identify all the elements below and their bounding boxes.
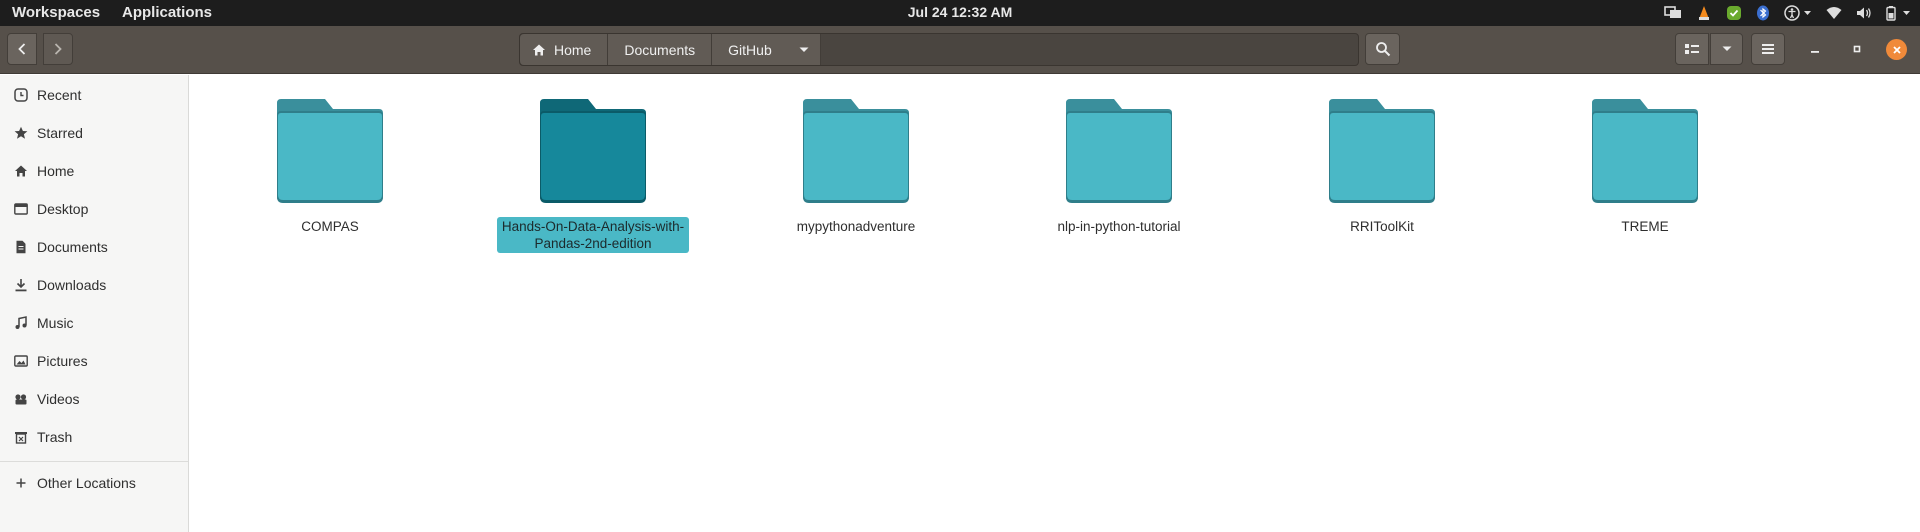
document-icon (16, 240, 26, 254)
sidebar-item-label: Desktop (37, 201, 89, 217)
breadcrumb-github[interactable]: GitHub (712, 34, 788, 65)
clock-icon (14, 88, 28, 102)
folder-item[interactable]: Hands-On-Data-Analysis-with-Pandas-2nd-e… (493, 97, 693, 253)
close-icon (1892, 45, 1901, 54)
vlc-icon[interactable] (1696, 0, 1712, 26)
path-menu-button[interactable] (787, 34, 821, 65)
breadcrumb-label: Home (554, 41, 592, 58)
folder-name: RRIToolKit (1350, 219, 1414, 234)
folder-name: mypythonadventure (796, 219, 916, 234)
view-options-button[interactable] (1710, 33, 1743, 65)
screens-icon[interactable] (1664, 0, 1682, 26)
search-icon (1375, 42, 1390, 57)
desktop-icon (14, 203, 28, 215)
folder-icon (803, 99, 909, 203)
header-bar: Home Documents GitHub (0, 26, 1920, 74)
sidebar-item-trash[interactable]: Trash (0, 418, 188, 456)
breadcrumb-documents[interactable]: Documents (608, 34, 713, 65)
minimize-button[interactable] (1806, 40, 1824, 58)
chevron-right-icon (54, 43, 62, 55)
shield-check-icon[interactable] (1726, 0, 1742, 26)
plus-icon (16, 478, 26, 488)
applications-menu[interactable]: Applications (122, 0, 212, 26)
sidebar-separator (0, 461, 188, 462)
sidebar-item-videos[interactable]: Videos (0, 380, 188, 418)
folder-icon (1329, 99, 1435, 203)
sidebar-item-label: Starred (37, 125, 83, 141)
accessibility-icon[interactable] (1784, 0, 1812, 26)
chevron-left-icon (18, 43, 26, 55)
folder-item[interactable]: TREME (1545, 97, 1745, 236)
clock[interactable]: Jul 24 12:32 AM (908, 0, 1013, 25)
home-icon (15, 165, 27, 177)
sidebar-item-documents[interactable]: Documents (0, 228, 188, 266)
maximize-button[interactable] (1848, 40, 1866, 58)
sidebar-item-pictures[interactable]: Pictures (0, 342, 188, 380)
hamburger-icon (1762, 44, 1774, 54)
folder-icon (277, 99, 383, 203)
sidebar-item-desktop[interactable]: Desktop (0, 190, 188, 228)
path-bar: Home Documents GitHub (519, 33, 1359, 66)
forward-button[interactable] (43, 33, 73, 65)
view-mode-button[interactable] (1675, 33, 1709, 65)
music-icon (15, 316, 27, 329)
folder-icon (540, 99, 646, 203)
trash-icon (15, 432, 27, 444)
battery-icon[interactable] (1886, 0, 1912, 26)
folder-name: TREME (1621, 219, 1669, 234)
sidebar-item-label: Home (37, 163, 75, 179)
download-icon (15, 279, 27, 292)
sidebar-item-music[interactable]: Music (0, 304, 188, 342)
sidebar-item-starred[interactable]: Starred (0, 114, 188, 152)
workspaces-menu[interactable]: Workspaces (12, 0, 100, 26)
sidebar: Recent Starred Home Desktop Documents Do… (0, 75, 189, 532)
wifi-icon[interactable] (1826, 0, 1842, 26)
video-icon (15, 394, 27, 405)
system-top-bar: Workspaces Applications Jul 24 12:32 AM (0, 0, 1920, 26)
folder-item[interactable]: COMPAS (230, 97, 430, 236)
sidebar-item-other-locations[interactable]: Other Locations (0, 464, 188, 502)
sidebar-item-label: Downloads (37, 277, 107, 293)
sidebar-item-label: Pictures (37, 353, 88, 369)
folder-item[interactable]: RRIToolKit (1282, 97, 1482, 236)
sidebar-item-label: Music (37, 315, 74, 331)
file-view: COMPAS Hands-On-Data-Analysis-with-Panda… (190, 75, 1920, 532)
system-tray (1664, 0, 1912, 26)
list-view-icon (1685, 44, 1699, 54)
chevron-down-icon (1722, 46, 1731, 51)
folder-name: Hands-On-Data-Analysis-with-Pandas-2nd-e… (497, 217, 689, 253)
maximize-icon (1853, 45, 1861, 53)
folder-name: nlp-in-python-tutorial (1057, 219, 1181, 234)
sidebar-item-home[interactable]: Home (0, 152, 188, 190)
sidebar-item-label: Videos (37, 391, 80, 407)
search-button[interactable] (1365, 33, 1400, 65)
star-icon (14, 126, 28, 139)
close-button[interactable] (1886, 39, 1907, 60)
sidebar-item-label: Other Locations (37, 475, 136, 491)
folder-icon (1592, 99, 1698, 203)
sidebar-item-label: Recent (37, 87, 82, 103)
folder-item[interactable]: nlp-in-python-tutorial (1019, 97, 1219, 236)
folder-item[interactable]: mypythonadventure (756, 97, 956, 236)
folder-name: COMPAS (301, 219, 359, 234)
picture-icon (14, 355, 28, 367)
sidebar-item-recent[interactable]: Recent (0, 76, 188, 114)
volume-icon[interactable] (1856, 0, 1872, 26)
sidebar-item-label: Documents (37, 239, 108, 255)
home-icon (533, 44, 545, 55)
back-button[interactable] (7, 33, 37, 65)
minimize-icon (1811, 51, 1819, 53)
chevron-down-icon (799, 47, 809, 52)
bluetooth-icon[interactable] (1756, 0, 1770, 26)
main-menu-button[interactable] (1751, 33, 1785, 65)
breadcrumb-home[interactable]: Home (520, 34, 609, 65)
breadcrumb-label: Documents (624, 41, 696, 58)
sidebar-item-downloads[interactable]: Downloads (0, 266, 188, 304)
folder-icon (1066, 99, 1172, 203)
sidebar-item-label: Trash (37, 429, 73, 445)
breadcrumb-label: GitHub (728, 41, 772, 58)
